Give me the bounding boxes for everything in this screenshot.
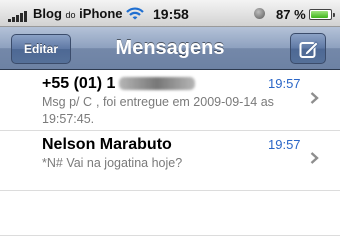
- carrier-part-suffix: iPhone: [79, 6, 123, 21]
- chevron-right-icon: [310, 92, 319, 104]
- battery-level: [311, 11, 328, 18]
- empty-row: [0, 191, 340, 236]
- battery-icon: [309, 9, 335, 20]
- carrier-part-small: do: [65, 10, 76, 20]
- message-time: 19:57: [268, 76, 301, 91]
- preview-start: Msg p/ C: [42, 95, 93, 109]
- redacted-number: [119, 77, 196, 91]
- status-time: 19:58: [153, 6, 189, 22]
- carrier-name: Blog do iPhone: [33, 6, 123, 23]
- message-row[interactable]: Nelson Marabuto 19:57 *N# Vai na jogatin…: [0, 131, 340, 191]
- compose-button[interactable]: [290, 33, 326, 64]
- battery-percent: 87 %: [276, 7, 306, 22]
- edit-button[interactable]: Editar: [11, 34, 71, 64]
- message-sender: Nelson Marabuto: [42, 136, 172, 153]
- message-row[interactable]: +55 (01) 1 19:57 Msg p/ C, foi entregue …: [0, 70, 340, 131]
- wifi-icon: [126, 7, 144, 20]
- page-title: Mensagens: [115, 37, 225, 59]
- messages-screen: Blog do iPhone 19:58 87 % Editar Mensage…: [0, 0, 340, 252]
- message-list: +55 (01) 1 19:57 Msg p/ C, foi entregue …: [0, 70, 340, 252]
- message-preview: *N# Vai na jogatina hoje?: [42, 156, 183, 170]
- orientation-lock-icon: [254, 8, 265, 19]
- message-preview: Msg p/ C, foi entregue em 2009-09-14 as …: [42, 94, 302, 127]
- chevron-right-icon: [310, 152, 319, 164]
- compose-icon: [299, 41, 319, 58]
- signal-bars-icon: [8, 10, 29, 22]
- message-time: 19:57: [268, 137, 301, 152]
- status-bar: Blog do iPhone 19:58 87 %: [0, 0, 340, 27]
- sender-text: +55 (01) 1: [42, 75, 116, 92]
- navigation-bar: Editar Mensagens: [0, 27, 340, 70]
- message-sender: +55 (01) 1: [42, 74, 196, 94]
- carrier-part: Blog: [33, 6, 62, 21]
